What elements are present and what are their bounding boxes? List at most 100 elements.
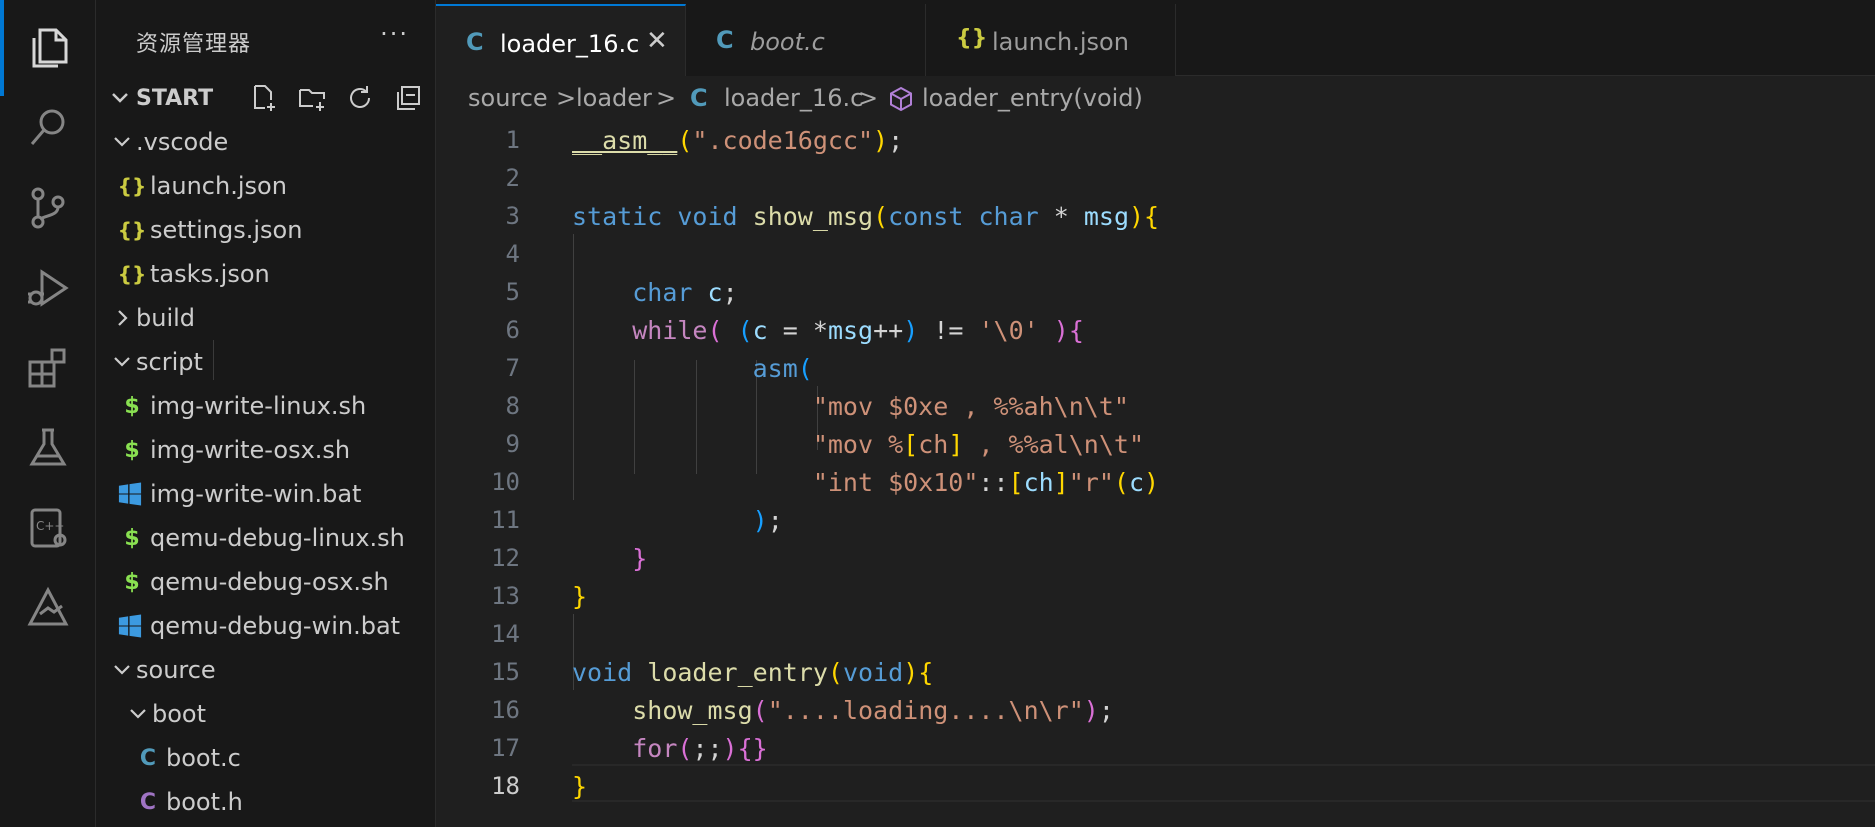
line-number: 17: [491, 734, 520, 762]
refresh-icon[interactable]: [342, 80, 378, 116]
breadcrumb-separator: >: [656, 84, 677, 112]
tree-folder-boot[interactable]: boot: [96, 692, 435, 736]
tree-file-qemu-debug-linux[interactable]: $ qemu-debug-linux.sh: [96, 516, 435, 560]
code-line: 1 __asm__(".code16gcc");: [436, 120, 1875, 158]
tree-file-img-write-osx[interactable]: $ img-write-osx.sh: [96, 428, 435, 472]
code-line: 10 "int $0x10"::[ch]"r"(c): [436, 462, 1875, 500]
c-file-icon: C: [716, 26, 734, 54]
breadcrumb-file[interactable]: loader_16.c: [724, 84, 863, 112]
close-icon[interactable]: ✕: [646, 26, 668, 56]
new-file-icon[interactable]: [246, 80, 282, 116]
chevron-down-icon: [126, 701, 150, 727]
tree-item-label: script: [136, 348, 203, 376]
tree-item-label: tasks.json: [150, 260, 270, 288]
c-file-icon: C: [466, 28, 484, 56]
code-text: while( (c = *msg++) != '\0' ){: [632, 316, 1084, 345]
shell-file-icon: $: [124, 569, 140, 595]
tree-file-qemu-debug-osx[interactable]: $ qemu-debug-osx.sh: [96, 560, 435, 604]
breadcrumb-separator: >: [858, 84, 879, 112]
tree-file-settings-json[interactable]: {} settings.json: [96, 208, 435, 252]
tree-item-label: settings.json: [150, 216, 303, 244]
tab-launch-json[interactable]: {} launch.json: [926, 4, 1176, 76]
breadcrumb-symbol[interactable]: loader_entry(void): [922, 84, 1143, 112]
tree-folder-build[interactable]: build: [96, 296, 435, 340]
line-number: 9: [505, 430, 520, 458]
tree-file-img-write-win[interactable]: img-write-win.bat: [96, 472, 435, 516]
line-number: 18: [491, 772, 520, 800]
line-number: 13: [491, 582, 520, 610]
h-file-icon: C: [139, 789, 157, 815]
shell-file-icon: $: [124, 437, 140, 463]
workspace-name: START: [136, 86, 214, 111]
line-number: 5: [505, 278, 520, 306]
tab-boot-c[interactable]: C boot.c: [686, 4, 926, 76]
tab-label: boot.c: [750, 28, 825, 56]
explorer-title: 资源管理器: [136, 32, 252, 57]
code-text: char c;: [632, 278, 738, 307]
code-text: void loader_entry(void){: [572, 658, 934, 687]
breadcrumb-loader[interactable]: loader: [576, 84, 652, 112]
line-number: 1: [505, 126, 520, 154]
tree-file-qemu-debug-win[interactable]: qemu-debug-win.bat: [96, 604, 435, 648]
code-text: }: [632, 544, 648, 573]
more-actions-button[interactable]: ···: [380, 20, 409, 48]
tree-item-label: boot: [152, 700, 207, 728]
tree-file-img-write-linux[interactable]: $ img-write-linux.sh: [96, 384, 435, 428]
tree-item-label: img-write-linux.sh: [150, 392, 367, 420]
code-text: __asm__(".code16gcc");: [572, 126, 904, 155]
tree-folder-script[interactable]: script: [96, 340, 435, 384]
code-text: }: [572, 772, 588, 801]
workspace-root[interactable]: START: [96, 76, 435, 122]
tab-loader-16-c[interactable]: C loader_16.c ✕: [436, 4, 686, 76]
code-line: 8 "mov $0xe , %%ah\n\t": [436, 386, 1875, 424]
tree-folder-vscode[interactable]: .vscode: [96, 120, 435, 164]
line-number: 2: [505, 164, 520, 192]
c-file-icon: C: [139, 745, 157, 771]
code-line: 6 while( (c = *msg++) != '\0' ){: [436, 310, 1875, 348]
code-line: 5 char c;: [436, 272, 1875, 310]
tree-item-label: img-write-win.bat: [150, 480, 362, 508]
tree-folder-source[interactable]: source: [96, 648, 435, 692]
code-text: asm(: [752, 354, 813, 383]
tree-item-label: launch.json: [150, 172, 287, 200]
code-line: 4: [436, 234, 1875, 272]
code-text: "int $0x10"::[ch]"r"(c): [812, 468, 1160, 497]
windows-bat-icon: [118, 481, 142, 507]
breadcrumb-separator: >: [556, 84, 577, 112]
code-line: 7 asm(: [436, 348, 1875, 386]
tree-file-boot-c[interactable]: C boot.c: [96, 736, 435, 780]
new-folder-icon[interactable]: [294, 80, 330, 116]
collapse-all-icon[interactable]: [390, 80, 426, 116]
code-text: "mov %[ch] , %%al\n\t": [812, 430, 1144, 459]
code-line: 17 for(;;){}: [436, 728, 1875, 766]
tree-file-tasks-json[interactable]: {} tasks.json: [96, 252, 435, 296]
code-editor[interactable]: 1 __asm__(".code16gcc"); 2 3 static void…: [436, 120, 1875, 827]
tab-label: loader_16.c: [500, 30, 640, 58]
code-line: 11 );: [436, 500, 1875, 538]
json-file-icon: {}: [117, 218, 147, 242]
chevron-down-icon: [110, 349, 134, 375]
tree-item-label: source: [136, 656, 216, 684]
remote-tools-icon[interactable]: [0, 560, 96, 656]
tree-item-label: build: [136, 304, 196, 332]
tree-item-label: boot.c: [166, 744, 241, 772]
line-number: 3: [505, 202, 520, 230]
line-number: 12: [491, 544, 520, 572]
code-text: }: [572, 582, 588, 611]
code-text: for(;;){}: [632, 734, 768, 763]
chevron-down-icon: [110, 129, 134, 155]
windows-bat-icon: [118, 613, 142, 639]
tree-item-label: qemu-debug-linux.sh: [150, 524, 405, 552]
tree-item-label: qemu-debug-osx.sh: [150, 568, 389, 596]
tree-item-label: qemu-debug-win.bat: [150, 612, 401, 640]
breadcrumb-source[interactable]: source: [468, 84, 548, 112]
line-number: 16: [491, 696, 520, 724]
shell-file-icon: $: [124, 525, 140, 551]
code-line: 12 }: [436, 538, 1875, 576]
code-text: "mov $0xe , %%ah\n\t": [812, 392, 1129, 421]
tree-file-boot-h[interactable]: C boot.h: [96, 780, 435, 824]
code-text: show_msg("....loading....\n\r");: [632, 696, 1114, 725]
line-number: 7: [505, 354, 520, 382]
tree-file-launch-json[interactable]: {} launch.json: [96, 164, 435, 208]
chevron-down-icon: [110, 657, 134, 683]
